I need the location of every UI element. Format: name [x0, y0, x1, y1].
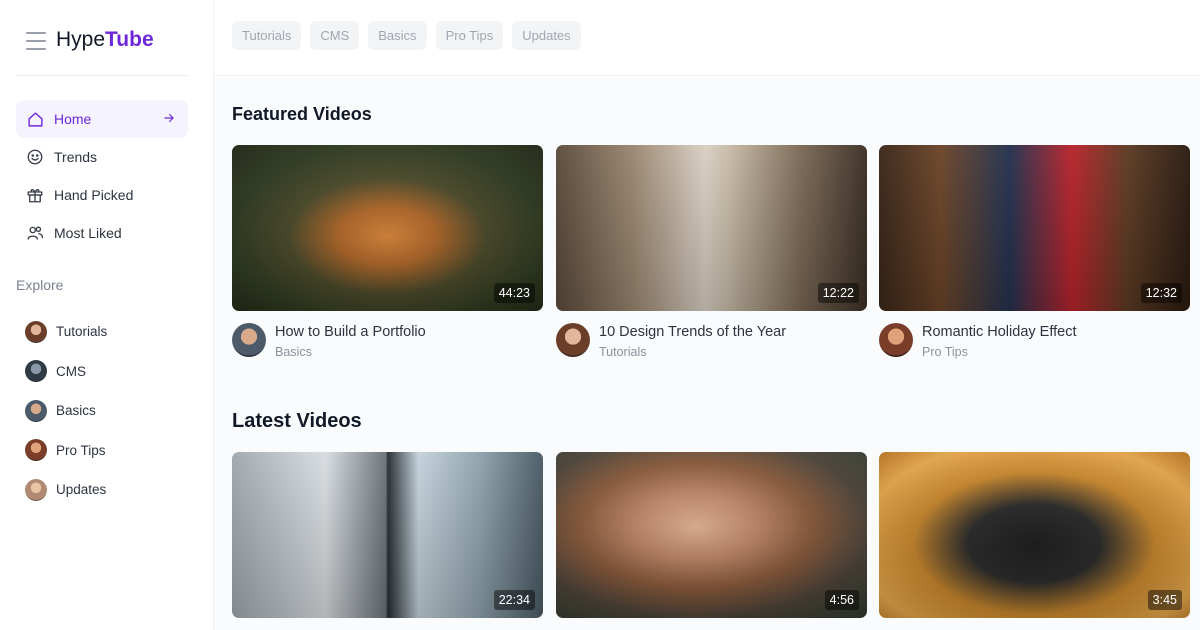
channel-pro-tips[interactable]: Pro Tips	[16, 431, 188, 471]
video-category: Pro Tips	[922, 345, 968, 359]
chip-basics[interactable]: Basics	[368, 21, 427, 50]
video-card: 12:22 10 Design Trends of the Year Tutor…	[556, 145, 867, 359]
nav-item-label: Hand Picked	[54, 187, 134, 203]
category-chips: Tutorials CMS Basics Pro Tips Updates	[232, 21, 581, 50]
channel-label: CMS	[56, 363, 86, 379]
video-thumbnail[interactable]: 12:22	[556, 145, 867, 311]
video-card: 22:34	[232, 452, 543, 618]
logo-accent: Tube	[105, 28, 154, 51]
avatar	[25, 320, 47, 343]
avatar[interactable]	[879, 323, 913, 357]
channel-label: Updates	[56, 482, 107, 498]
video-card: 12:32 Romantic Holiday Effect Pro Tips	[879, 145, 1190, 359]
explore-heading: Explore	[16, 277, 64, 293]
chip-cms[interactable]: CMS	[310, 21, 360, 50]
channel-label: Pro Tips	[56, 442, 106, 458]
video-thumbnail[interactable]: 3:45	[879, 452, 1190, 618]
channel-basics[interactable]: Basics	[16, 391, 188, 431]
video-thumbnail[interactable]: 44:23	[232, 145, 543, 311]
chip-pro-tips[interactable]: Pro Tips	[435, 21, 504, 50]
duration-badge: 4:56	[824, 590, 859, 610]
smiley-icon	[26, 148, 44, 166]
hamburger-menu-icon[interactable]	[26, 32, 46, 50]
users-icon	[26, 224, 44, 242]
logo[interactable]: HypeTube	[56, 26, 154, 54]
duration-badge: 12:32	[1140, 283, 1182, 303]
explore-list: Tutorials CMS Basics Pro Tips Updates	[16, 312, 188, 510]
main-nav: Home Trends Hand Picked Most Liked	[16, 100, 188, 252]
nav-item-label: Trends	[54, 149, 98, 165]
chip-updates[interactable]: Updates	[512, 21, 581, 50]
channel-tutorials[interactable]: Tutorials	[16, 312, 188, 352]
nav-item-label: Most Liked	[54, 225, 122, 241]
avatar[interactable]	[556, 323, 590, 357]
channel-updates[interactable]: Updates	[16, 470, 188, 510]
duration-badge: 22:34	[493, 590, 535, 610]
avatar	[25, 360, 47, 383]
category-bar: Tutorials CMS Basics Pro Tips Updates	[215, 0, 1200, 76]
video-thumbnail[interactable]: 12:32	[879, 145, 1190, 311]
duration-badge: 12:22	[817, 283, 859, 303]
video-title[interactable]: 10 Design Trends of the Year	[599, 323, 786, 341]
nav-item-trends[interactable]: Trends	[16, 138, 188, 176]
duration-badge: 3:45	[1147, 590, 1182, 610]
nav-item-home[interactable]: Home	[16, 100, 188, 138]
main-content: Featured Videos 44:23 How to Build a Por…	[215, 77, 1200, 630]
home-icon	[26, 110, 44, 128]
latest-heading: Latest Videos	[232, 410, 362, 432]
video-title[interactable]: How to Build a Portfolio	[275, 323, 426, 341]
duration-badge: 44:23	[493, 283, 535, 303]
logo-prefix: Hype	[56, 28, 106, 51]
video-category: Tutorials	[599, 345, 647, 359]
video-card: 3:45	[879, 452, 1190, 618]
avatar	[25, 439, 47, 462]
avatar	[25, 399, 47, 422]
chip-tutorials[interactable]: Tutorials	[232, 21, 302, 50]
avatar[interactable]	[232, 323, 266, 357]
nav-item-hand-picked[interactable]: Hand Picked	[16, 176, 188, 214]
featured-heading: Featured Videos	[232, 104, 372, 124]
nav-item-label: Home	[54, 111, 92, 127]
channel-label: Tutorials	[56, 324, 108, 340]
channel-cms[interactable]: CMS	[16, 352, 188, 392]
video-thumbnail[interactable]: 4:56	[556, 452, 867, 618]
video-card: 4:56	[556, 452, 867, 618]
channel-label: Basics	[56, 403, 96, 419]
nav-item-most-liked[interactable]: Most Liked	[16, 214, 188, 252]
video-card: 44:23 How to Build a Portfolio Basics	[232, 145, 543, 359]
gift-icon	[26, 186, 44, 204]
video-thumbnail[interactable]: 22:34	[232, 452, 543, 618]
avatar	[25, 478, 47, 501]
arrow-right-icon	[162, 111, 176, 125]
sidebar: HypeTube Home Trends Hand Picked Most Li…	[0, 0, 214, 630]
brand-header: HypeTube	[16, 26, 188, 76]
video-category: Basics	[275, 345, 312, 359]
video-title[interactable]: Romantic Holiday Effect	[922, 323, 1076, 341]
